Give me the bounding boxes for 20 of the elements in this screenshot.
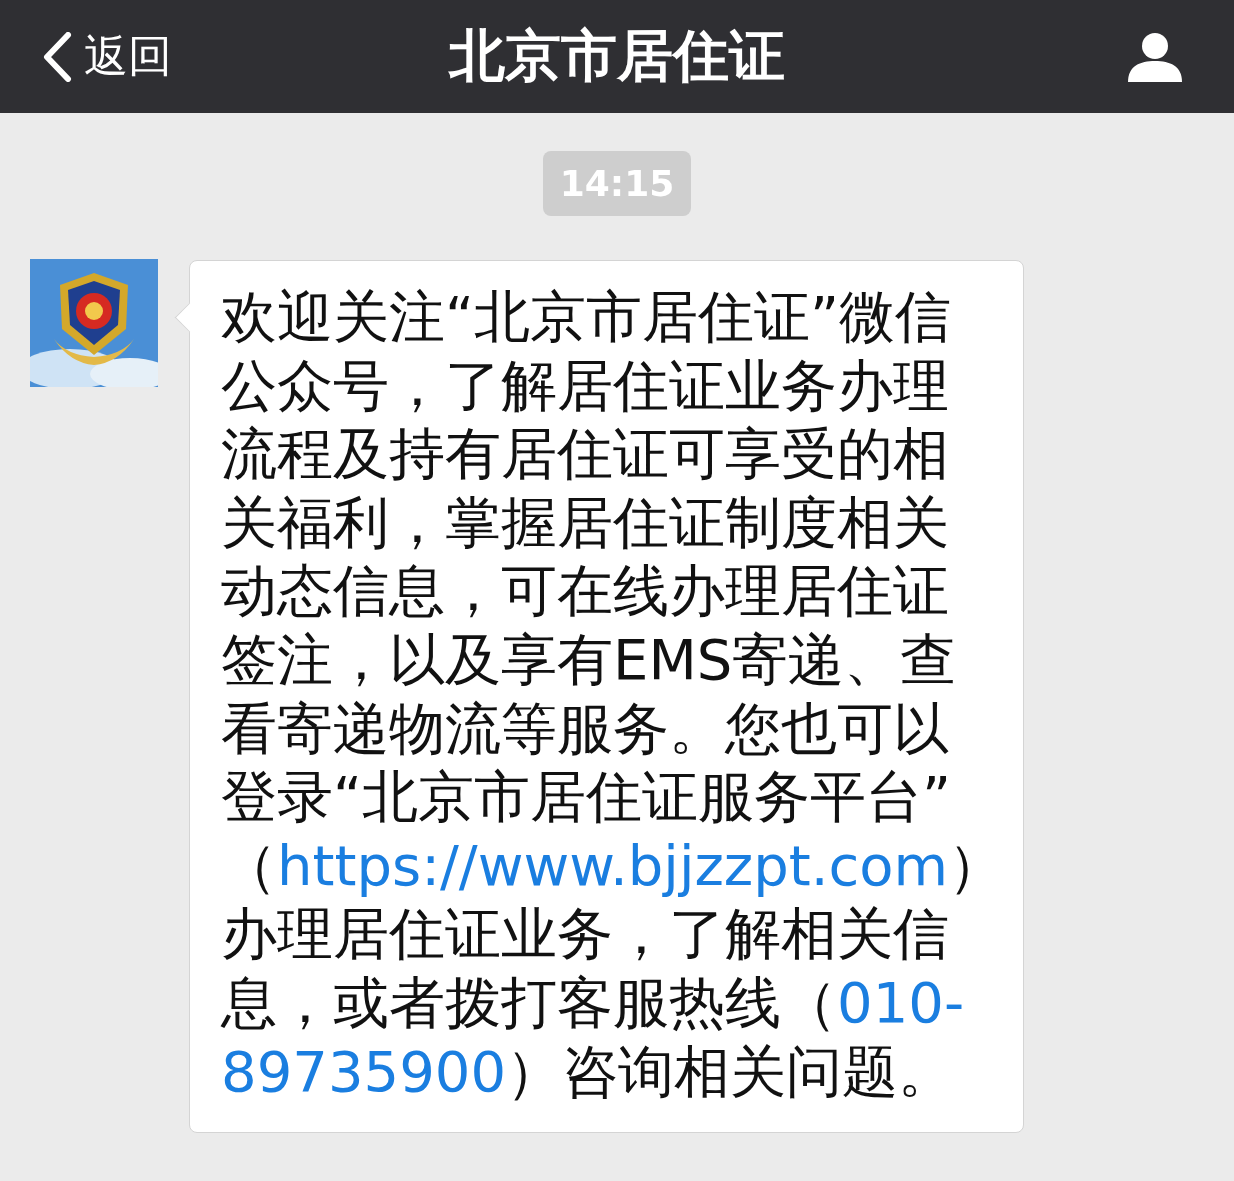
profile-icon[interactable] [1126, 31, 1184, 82]
message-line: （https://www.bjjzzpt.com） [221, 831, 1005, 900]
message-line: 89735900）咨询相关问题。 [221, 1037, 955, 1106]
message-line: 办理居住证业务，了解相关信 [221, 900, 949, 969]
link[interactable]: 89735900 [221, 1038, 507, 1104]
message-line: 流程及持有居住证可享受的相 [221, 420, 949, 489]
message-line: 关福利，掌握居住证制度相关 [221, 488, 949, 557]
link[interactable]: https://www.bjjzzpt.com [277, 832, 949, 898]
back-button[interactable]: 返回 [42, 27, 172, 86]
message-line: 公众号，了解居住证业务办理 [221, 351, 949, 420]
message-line: 签注，以及享有EMS寄递、查 [221, 625, 957, 694]
link[interactable]: 010- [837, 969, 965, 1035]
page-title: 北京市居住证 [447, 21, 786, 90]
message-line: 看寄递物流等服务。您也可以 [221, 694, 949, 763]
message-line: 动态信息，可在线办理居住证 [221, 557, 949, 626]
emblem-icon [30, 259, 158, 387]
message-line: 欢迎关注“北京市居住证”微信 [221, 283, 952, 351]
back-icon [42, 31, 72, 82]
message-line: 息，或者拨打客服热线（010- [221, 968, 965, 1037]
message-line: 登录“北京市居住证服务平台” [221, 763, 952, 832]
